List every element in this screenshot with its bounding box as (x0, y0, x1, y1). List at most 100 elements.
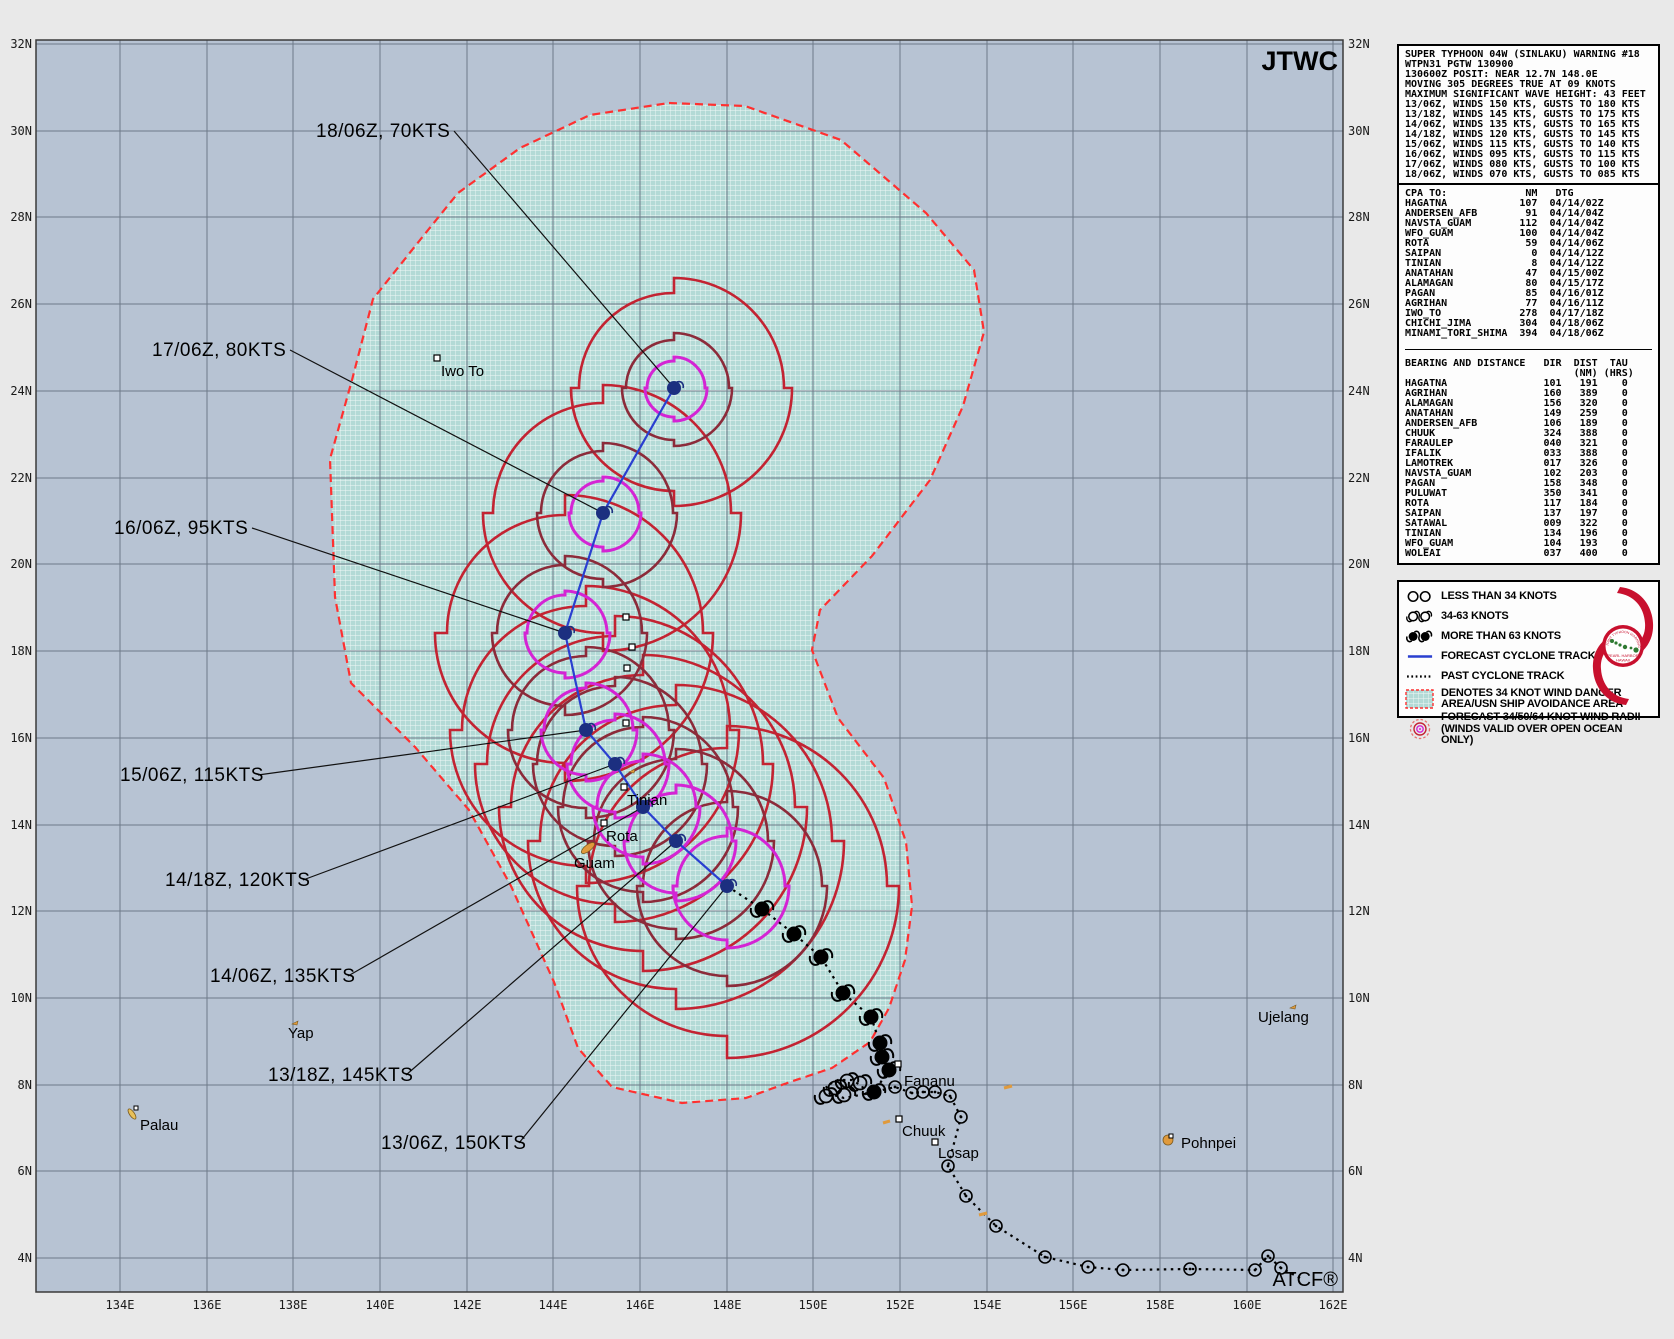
svg-text:18N: 18N (1348, 644, 1370, 658)
fcttrk-icon (1403, 647, 1437, 666)
svg-text:32N: 32N (1348, 37, 1370, 51)
forecast-fix-dot (579, 723, 593, 737)
table-divider (1405, 349, 1652, 350)
svg-text:30N: 30N (1348, 124, 1370, 138)
pasttrk-icon (1403, 667, 1437, 686)
svg-text:30N: 30N (10, 124, 32, 138)
svg-text:12N: 12N (1348, 904, 1370, 918)
svg-text:20N: 20N (10, 557, 32, 571)
svg-text:4N: 4N (1348, 1251, 1362, 1265)
warning-text-panel: SUPER TYPHOON 04W (SINLAKU) WARNING #18 … (1397, 44, 1660, 186)
svg-text:8N: 8N (1348, 1078, 1362, 1092)
place-label: Fananu (904, 1073, 955, 1090)
symbol-gt63kt (867, 1085, 882, 1100)
svg-text:6N: 6N (1348, 1164, 1362, 1178)
forecast-fix-label: 18/06Z, 70KTS (316, 121, 450, 142)
jtwc-seal: JOINT TYPHOON WARNING CENTERPEARL HARBOR… (1590, 585, 1656, 707)
svg-text:144E: 144E (539, 1298, 568, 1312)
svg-text:142E: 142E (453, 1298, 482, 1312)
place-label: Losap (938, 1145, 979, 1162)
svg-text:14N: 14N (1348, 818, 1370, 832)
seal-island (1614, 641, 1617, 644)
forecast-fix-dot (596, 506, 610, 520)
legend-label: MORE THAN 63 KNOTS (1441, 631, 1561, 643)
island-point-marker (623, 614, 629, 620)
jtwc-watermark: JTWC (1262, 46, 1339, 76)
svg-text:26N: 26N (10, 297, 32, 311)
legend-label: 34-63 KNOTS (1441, 611, 1509, 623)
forecast-fix-label: 14/18Z, 120KTS (165, 870, 310, 891)
svg-text:28N: 28N (10, 210, 32, 224)
seal-island (1630, 647, 1633, 650)
island-point-marker (629, 644, 635, 650)
svg-text:148E: 148E (713, 1298, 742, 1312)
svg-text:4N: 4N (18, 1251, 32, 1265)
seal-island (1610, 639, 1614, 643)
svg-text:HAWAII: HAWAII (1616, 658, 1630, 663)
svg-text:146E: 146E (626, 1298, 655, 1312)
symbol-gt63kt (864, 1010, 879, 1025)
symbol-gt63kt (875, 1050, 890, 1065)
place-label: Yap (288, 1025, 314, 1042)
symbol-gt63kt (787, 927, 802, 942)
svg-text:158E: 158E (1146, 1298, 1175, 1312)
place-label: Tinian (627, 792, 667, 809)
place-label: Palau (140, 1117, 178, 1134)
symbol-gt63kt (755, 902, 770, 917)
legend-label: FORECAST CYCLONE TRACK (1441, 651, 1596, 663)
svg-text:18N: 18N (10, 644, 32, 658)
warning-text: SUPER TYPHOON 04W (SINLAKU) WARNING #18 … (1405, 50, 1652, 180)
atcf-watermark: ATCF® (1273, 1269, 1339, 1291)
svg-text:8N: 8N (18, 1078, 32, 1092)
island-point-marker (896, 1116, 902, 1122)
forecast-fix-label: 13/06Z, 150KTS (381, 1133, 526, 1154)
svg-text:136E: 136E (193, 1298, 222, 1312)
gt63-icon (1403, 627, 1437, 646)
legend-label: PAST CYCLONE TRACK (1441, 671, 1564, 683)
island-point-marker (621, 784, 627, 790)
forecast-fix-dot (669, 834, 683, 848)
svg-text:10N: 10N (1348, 991, 1370, 1005)
legend-item-radii: FORECAST 34/50/64 KNOT WIND RADII(WINDS … (1403, 712, 1654, 747)
island-point-marker (434, 355, 440, 361)
svg-text:162E: 162E (1319, 1298, 1348, 1312)
place-label: Pohnpei (1181, 1135, 1236, 1152)
s3463-icon (1403, 607, 1437, 626)
place-label: Rota (606, 828, 638, 845)
forecast-fix-dot (608, 757, 622, 771)
svg-text:16N: 16N (10, 731, 32, 745)
forecast-fix-dot (720, 879, 734, 893)
symbol-gt63kt (882, 1063, 897, 1078)
reef-marker (979, 1213, 987, 1215)
jtwc-typhoon-warning-graphic: Iwo ToGuamRotaTinianYapPalauFananuChuukL… (0, 0, 1674, 1339)
legend-label: LESS THAN 34 KNOTS (1441, 591, 1557, 603)
seal-island (1633, 647, 1638, 652)
legend-panel: LESS THAN 34 KNOTS 34-63 KNOTS MORE THAN 6… (1397, 580, 1660, 718)
forecast-fix-dot (667, 381, 681, 395)
cpa-bearing-panel: CPA TO: NM DTG HAGATNA 107 04/14/02Z AND… (1397, 183, 1660, 565)
seal-island (1618, 643, 1621, 646)
radii-icon (1403, 717, 1437, 741)
svg-text:26N: 26N (1348, 297, 1370, 311)
svg-text:14N: 14N (10, 818, 32, 832)
cpa-table: CPA TO: NM DTG HAGATNA 107 04/14/02Z AND… (1405, 189, 1652, 339)
svg-text:154E: 154E (973, 1298, 1002, 1312)
forecast-fix-label: 15/06Z, 115KTS (120, 765, 264, 786)
svg-text:32N: 32N (10, 37, 32, 51)
reef-marker (883, 1121, 890, 1123)
forecast-fix-dot (558, 626, 572, 640)
forecast-fix-label: 16/06Z, 95KTS (114, 518, 248, 539)
svg-text:140E: 140E (366, 1298, 395, 1312)
svg-text:22N: 22N (10, 471, 32, 485)
place-label: Guam (574, 855, 615, 872)
symbol-gt63kt (873, 1036, 888, 1051)
place-label: Iwo To (441, 363, 484, 380)
symbol-gt63kt (836, 986, 851, 1001)
symbol-gt63kt (814, 950, 829, 965)
svg-text:22N: 22N (1348, 471, 1370, 485)
forecast-fix-label: 13/18Z, 145KTS (268, 1065, 413, 1086)
svg-text:156E: 156E (1059, 1298, 1088, 1312)
svg-text:134E: 134E (106, 1298, 135, 1312)
svg-text:138E: 138E (279, 1298, 308, 1312)
svg-text:28N: 28N (1348, 210, 1370, 224)
